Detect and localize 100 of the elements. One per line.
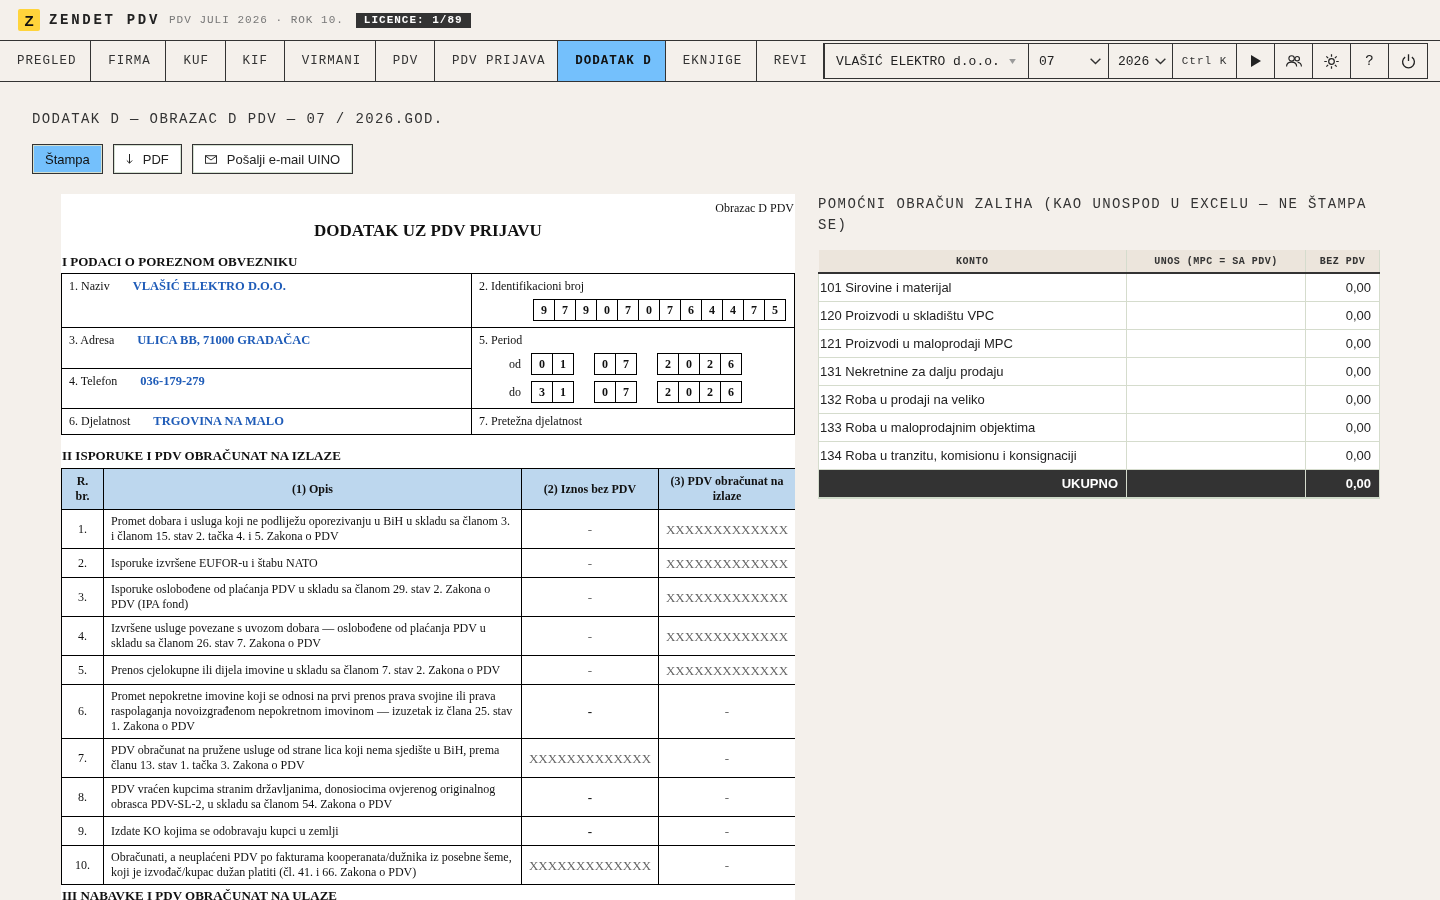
chevron-down-icon: [1090, 57, 1101, 65]
digit-field: 6: [720, 381, 742, 403]
digit-field: 2: [699, 353, 721, 375]
table-cell: -: [521, 616, 659, 656]
period-label: PDV JULI 2026 · ROK 10.: [169, 14, 344, 26]
row-number: 4.: [61, 616, 104, 656]
nav-tab[interactable]: EKNJIGE: [665, 41, 757, 81]
table-cell: 120 Proizvodi u skladištu VPC: [818, 301, 1127, 330]
help-button[interactable]: ?: [1351, 44, 1389, 78]
nav-tab[interactable]: VIRMANI: [284, 41, 376, 81]
row-number: 2.: [61, 548, 104, 578]
digit-field: 0: [594, 381, 616, 403]
field-value: ULICA BB, 71000 GRADAČAC: [137, 333, 311, 347]
digit-field: 0: [596, 299, 618, 321]
email-button[interactable]: Pošalji e-mail UINO: [191, 144, 354, 174]
section-heading: III NABAVKE I PDV OBRAČUNAT NA ULAZE: [61, 889, 338, 900]
nav-tab[interactable]: PREGLED: [0, 41, 92, 81]
row-number: 10.: [61, 845, 104, 885]
nav-tab[interactable]: DODATAK D: [558, 41, 666, 81]
arrow-down-icon: [125, 154, 133, 164]
table-cell: 131 Nekretnine za dalju prodaju: [818, 357, 1127, 386]
mail-icon: [204, 154, 217, 164]
digit-field: 9: [533, 299, 555, 321]
table-cell: 0,00: [1305, 413, 1380, 442]
digit-field: 4: [701, 299, 723, 321]
column-header: BEZ PDV: [1305, 250, 1380, 273]
digit-field: 7: [554, 299, 576, 321]
digit-field: 7: [615, 381, 637, 403]
total-value: 0,00: [1305, 469, 1380, 498]
table-cell: Izvršene usluge povezane s uvozom dobara — oslobođene od plaćanja PDV u skladu sa članom 26. stav 7. Zakona o PDV: [103, 616, 522, 656]
row-number: 7.: [61, 738, 104, 778]
chevron-down-icon: [1155, 57, 1166, 65]
column-header: UNOS (MPC = SA PDV): [1126, 250, 1306, 273]
digit-field: 7: [659, 299, 681, 321]
nav-tab[interactable]: PDV: [375, 41, 435, 81]
table-cell: 133 Roba u maloprodajnim objektima: [818, 413, 1127, 442]
table-cell: 0,00: [1305, 273, 1380, 302]
table-cell: 0,00: [1305, 441, 1380, 470]
digit-field: 0: [678, 381, 700, 403]
digit-field: 6: [680, 299, 702, 321]
form-code: Obrazac D PDV: [714, 200, 795, 215]
license-badge: LICENCE: 1/89: [355, 12, 471, 28]
digit-field: 7: [615, 353, 637, 375]
month-select[interactable]: 07: [1029, 44, 1109, 78]
table-cell: -: [521, 509, 659, 549]
table-cell: -: [521, 777, 659, 817]
page-title: DODATAK D — OBRAZAC D PDV — 07 / 2026.GOD.: [32, 110, 444, 128]
digit-field: 2: [657, 353, 679, 375]
play-icon: [1250, 55, 1261, 67]
nav-tab[interactable]: REVI: [756, 41, 823, 81]
table-cell: PDV vraćen kupcima stranim državljanima, donosiocima ovjerenog originalnog obrasca PDV-SL-2, u skladu sa članom 54. Zakona o PDV: [103, 777, 522, 817]
year-select[interactable]: 2026: [1109, 44, 1173, 78]
table-cell: Izdate KO kojima se odobravaju kupci u zemlji: [103, 816, 522, 846]
pdf-button[interactable]: PDF: [112, 144, 182, 174]
table-cell: Promet dobara i usluga koji ne podliježu oporezivanju u BiH u skladu sa članom 3. i članom 15. stav 2. tačka 4. i 5. Zakona o PDV: [103, 509, 522, 549]
field-label: 3. Adresa: [69, 333, 115, 347]
column-header: (1) Opis: [103, 468, 522, 510]
section-heading: I PODACI O POREZNOM OBVEZNIKU: [61, 254, 299, 269]
field-value: VLAŠIĆ ELEKTRO D.O.O.: [132, 279, 286, 293]
field-label: 5. Period: [479, 333, 524, 347]
table-cell: -: [521, 816, 659, 846]
table-cell: 0,00: [1305, 301, 1380, 330]
command-button[interactable]: Ctrl K: [1173, 44, 1237, 78]
nav-tab[interactable]: FIRMA: [91, 41, 167, 81]
form-title: DODATAK UZ PDV PRIJAVU: [313, 221, 543, 241]
nav-tab[interactable]: KUF: [166, 41, 226, 81]
digit-field: 0: [531, 353, 553, 375]
column-header: (2) Iznos bez PDV: [521, 468, 659, 510]
table-cell: 0,00: [1305, 385, 1380, 414]
row-number: 3.: [61, 577, 104, 617]
row-number: 9.: [61, 816, 104, 846]
row-number: 8.: [61, 777, 104, 817]
field-value: TRGOVINA NA MALO: [153, 414, 284, 428]
digit-field: 0: [678, 353, 700, 375]
caret-icon: [1009, 58, 1016, 64]
table-cell: PDV obračunat na pružene usluge od strane lica koji nema sjedište u BiH, prema članu 13. stav 1. tačka 3. Zakona o PDV: [103, 738, 522, 778]
table-cell: 101 Sirovine i materijal: [818, 273, 1127, 302]
print-button[interactable]: Štampa: [32, 144, 103, 174]
nav-tab[interactable]: KIF: [225, 41, 285, 81]
table-cell: 134 Roba u tranzitu, komisionu i konsignaciji: [818, 441, 1127, 470]
digit-field: 1: [552, 353, 574, 375]
digit-field: 2: [657, 381, 679, 403]
field-label: 7. Pretežna djelatnost: [479, 414, 582, 428]
digit-field: 0: [638, 299, 660, 321]
field-label: 2. Identifikacioni broj: [479, 279, 585, 293]
company-select[interactable]: VLAŠIĆ ELEKTRO d.o.o.: [825, 44, 1029, 78]
digit-field: 7: [743, 299, 765, 321]
field-label: od: [509, 357, 521, 371]
digit-field: 6: [720, 353, 742, 375]
sun-icon: [1324, 53, 1339, 69]
row-number: 1.: [61, 509, 104, 549]
field-label: 1. Naziv: [69, 279, 110, 293]
table-cell: 0,00: [1305, 329, 1380, 358]
table-cell: Obračunati, a neuplaćeni PDV po fakturama kooperanata/dužnika iz posebne šeme, koji je izvođač/kupac dužan platiti (čl. 41. i 66. Zakona o PDV): [103, 845, 522, 885]
digit-field: 4: [722, 299, 744, 321]
field-label: 6. Djelatnost: [69, 414, 131, 428]
table-cell: XXXXXXXXXXXXX: [521, 738, 659, 778]
table-cell: Isporuke oslobođene od plaćanja PDV u skladu sa članom 29. stav 2. Zakona o PDV (IPA fond): [103, 577, 522, 617]
table-cell: XXXXXXXXXXXXX: [521, 845, 659, 885]
table-cell: Isporuke izvršene EUFOR-u i štabu NATO: [103, 548, 522, 578]
